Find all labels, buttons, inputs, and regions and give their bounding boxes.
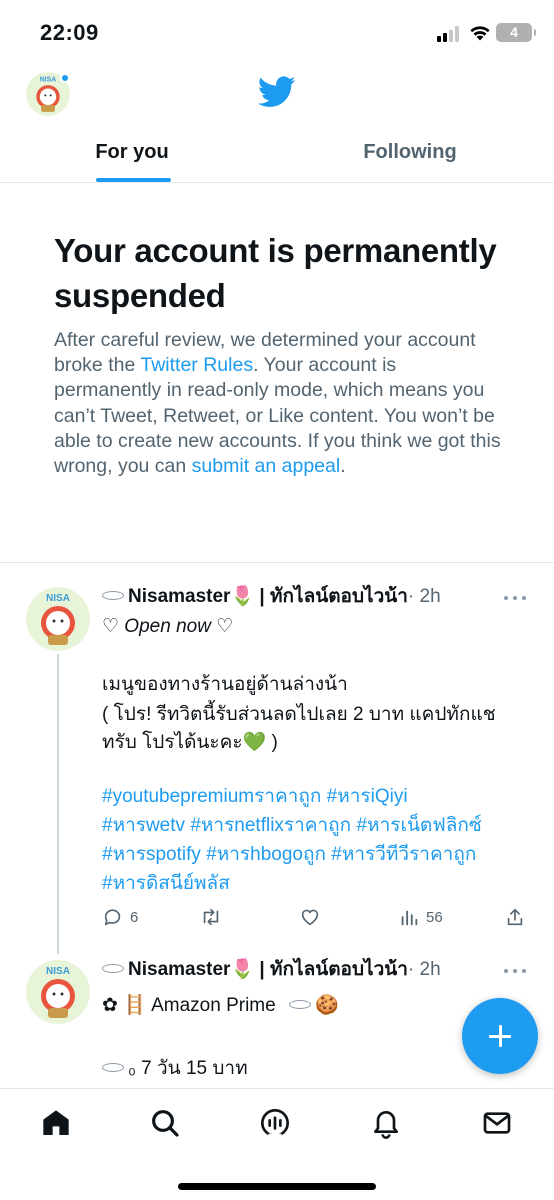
nav-notifications[interactable] (370, 1107, 406, 1143)
oval-emoji-icon (102, 591, 124, 601)
tweet-actions: 6 56 (102, 903, 532, 931)
home-indicator (178, 1183, 376, 1190)
notice-title: Your account is permanently suspended (54, 232, 497, 314)
more-options-icon[interactable] (504, 966, 528, 976)
wifi-icon (470, 26, 490, 41)
share-button[interactable] (504, 903, 532, 931)
svg-text:NISA: NISA (40, 77, 56, 84)
search-icon (152, 1110, 179, 1137)
share-icon (507, 908, 523, 926)
nav-messages[interactable] (481, 1107, 517, 1143)
tweet-avatar[interactable]: NISA (26, 960, 90, 1024)
retweet-icon (203, 908, 219, 926)
tweet-author-suffix[interactable]: | ทักไลน์ตอบไวน้า (254, 586, 408, 607)
hashtag-link[interactable]: #หารhbogoถูก (206, 844, 326, 865)
oval-emoji-icon (102, 1063, 124, 1073)
twitter-bird-icon (258, 76, 296, 107)
view-count: 56 (426, 908, 443, 926)
like-button[interactable] (299, 903, 327, 931)
tweet-line: เมนูของทางร้านอยู่ด้านล่างน้า (102, 674, 348, 695)
hashtag-link[interactable]: #หารspotify (102, 844, 201, 865)
tweet-header: Nisamaster🌷 | ทักไลน์ตอบไวน้า· 2h (102, 583, 441, 611)
bottom-navigation (0, 1088, 554, 1200)
views-button[interactable]: 56 (398, 903, 443, 931)
suspension-notice: Your account is permanently suspended Af… (0, 183, 554, 563)
nav-home[interactable] (40, 1107, 76, 1143)
tweet-line: ทรับ โปรได้นะคะ💚 ) (102, 732, 278, 753)
reply-count: 6 (130, 908, 139, 926)
status-time: 22:09 (40, 20, 99, 45)
messages-icon (483, 1112, 511, 1134)
hashtag-link[interactable]: #หารดิสนีย์พลัส (102, 873, 230, 894)
tweet-author-suffix[interactable]: | ทักไลน์ตอบไวน้า (254, 959, 408, 980)
heart-icon (301, 909, 319, 926)
battery-icon: 4 (496, 23, 536, 42)
hashtag-link[interactable]: #หารwetv (102, 815, 185, 836)
notice-text-3: . (340, 455, 346, 478)
svg-text:NISA: NISA (46, 966, 70, 977)
tweet-time[interactable]: · 2h (408, 586, 441, 607)
tweet-author-name[interactable]: Nisamaster🌷 (128, 959, 254, 980)
reply-button[interactable]: 6 (102, 903, 138, 931)
new-activity-dot (60, 73, 70, 83)
tweet-header: Nisamaster🌷 | ทักไลน์ตอบไวน้า· 2h (102, 956, 441, 984)
hashtag-link[interactable]: #หารวีทีวีราคาถูก (331, 844, 476, 865)
thread-connector (57, 654, 59, 954)
home-icon (43, 1110, 69, 1135)
tweet-line: ♡ Open now ♡ (102, 616, 234, 637)
views-icon (401, 910, 418, 926)
tweet-time[interactable]: · 2h (408, 959, 441, 980)
timeline-tabs: For you Following (0, 122, 554, 183)
svg-text:NISA: NISA (46, 593, 70, 604)
nav-search[interactable] (149, 1107, 185, 1143)
tweet-line-text: ₀ 7 วัน 15 บาท (128, 1058, 248, 1079)
twitter-rules-link[interactable]: Twitter Rules (140, 354, 253, 376)
hashtag-link[interactable]: #หารiQiyi (327, 786, 408, 807)
hashtag-link[interactable]: #youtubepremiumราคาถูก (102, 786, 321, 807)
tweet-line-text: ✿ 🪜 Amazon Prime (102, 995, 276, 1016)
cellular-signal-icon (437, 26, 463, 42)
more-options-icon[interactable] (504, 593, 528, 603)
tweet-avatar[interactable]: NISA (26, 587, 90, 651)
hashtag-link[interactable]: #หารเน็ตฟลิกซ์ (356, 815, 481, 836)
tweet-line: ( โปร! รีทวิตนี้รับส่วนลดไปเลย 2 บาท แคป… (102, 704, 496, 725)
oval-emoji-icon (288, 1000, 311, 1010)
tweet-author-name[interactable]: Nisamaster🌷 (128, 586, 254, 607)
reply-icon (104, 909, 121, 926)
tweet-line: ₀ 7 วัน 15 บาท (102, 1055, 532, 1083)
nav-spaces[interactable] (259, 1107, 295, 1143)
spaces-icon (261, 1109, 289, 1138)
tweet-line-end: 🍪 (314, 995, 339, 1016)
active-tab-indicator (96, 178, 171, 182)
tab-for-you[interactable]: For you (66, 122, 198, 182)
tweet-hashtags: #youtubepremiumราคาถูก #หารiQiyi #หารwet… (102, 782, 532, 898)
hashtag-link[interactable]: #หารnetflixราคาถูก (190, 815, 351, 836)
top-bar: NISA (0, 66, 554, 122)
notice-body: After careful review, we determined your… (54, 328, 504, 479)
retweet-button[interactable] (200, 903, 228, 931)
tab-following[interactable]: Following (326, 122, 494, 182)
submit-appeal-link[interactable]: submit an appeal (192, 455, 341, 477)
oval-emoji-icon (102, 964, 124, 974)
compose-tweet-button[interactable] (462, 998, 538, 1074)
notifications-icon (374, 1111, 398, 1139)
status-bar: 22:09 4 (0, 0, 554, 66)
